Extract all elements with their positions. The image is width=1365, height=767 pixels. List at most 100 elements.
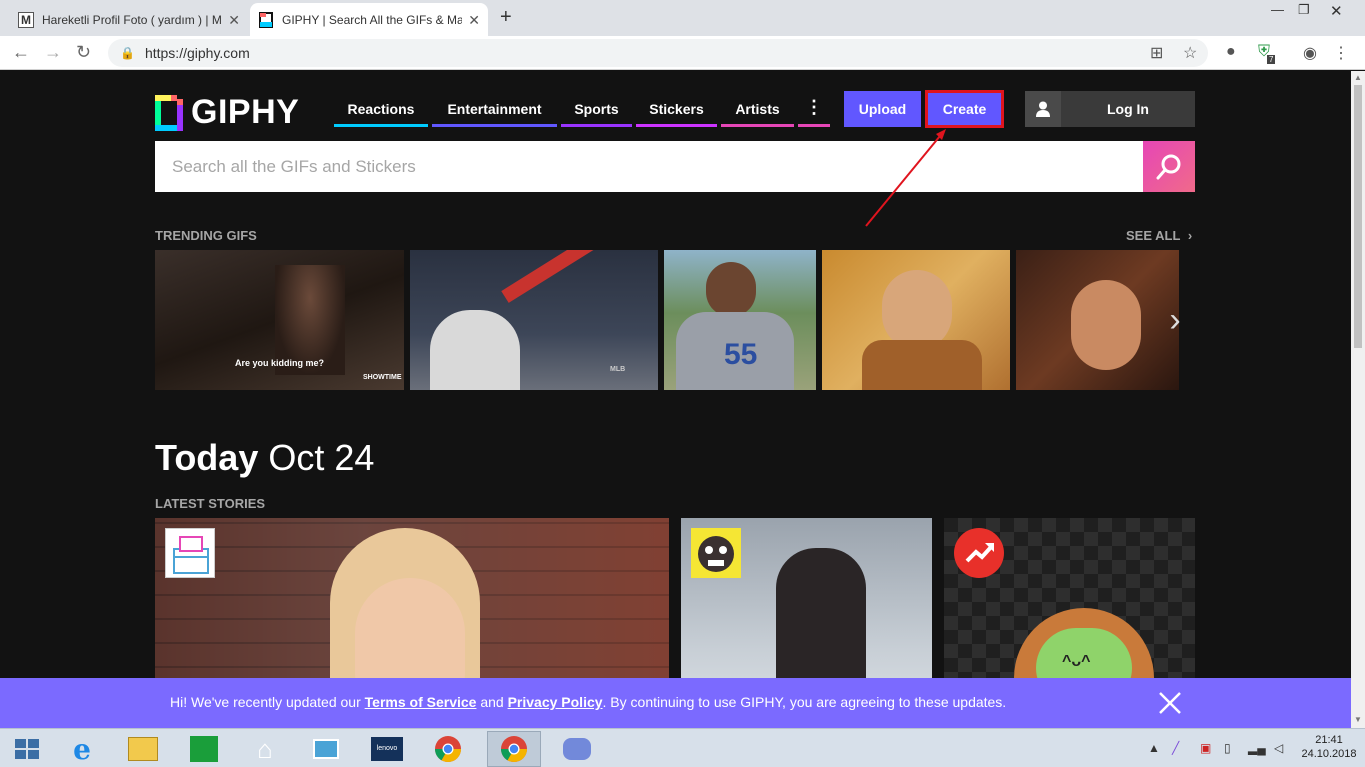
reload-icon[interactable]: ↻ bbox=[76, 42, 91, 63]
tray-expand-icon[interactable]: ▲ bbox=[1148, 741, 1160, 755]
chrome-icon[interactable] bbox=[421, 731, 475, 767]
privacy-policy-link[interactable]: Privacy Policy bbox=[508, 694, 603, 710]
browser-tab-bar: M Hareketli Profil Foto ( yardım ) | M ✕… bbox=[0, 0, 1365, 36]
nav-more[interactable]: ⋮ bbox=[798, 97, 830, 127]
gif-figure-body bbox=[862, 340, 982, 390]
lenovo-icon[interactable]: lenovo bbox=[360, 731, 414, 767]
page-scrollbar[interactable]: ▲ ▼ bbox=[1351, 71, 1365, 728]
store-icon[interactable] bbox=[177, 731, 231, 767]
nav-underline bbox=[561, 124, 632, 127]
giphy-favicon-icon bbox=[258, 11, 274, 28]
tab-title: GIPHY | Search All the GIFs & Ma bbox=[282, 12, 462, 27]
gif-figure-head bbox=[1071, 280, 1141, 370]
forward-icon[interactable]: → bbox=[44, 42, 62, 63]
bookmark-star-icon[interactable]: ☆ bbox=[1183, 43, 1197, 63]
address-bar[interactable]: 🔒 https://giphy.com bbox=[108, 39, 1208, 67]
trending-gif[interactable]: 55 bbox=[664, 250, 816, 390]
trending-gif[interactable]: Are you kidding me? SHOWTIME bbox=[155, 250, 404, 390]
nav-stickers[interactable]: Stickers bbox=[636, 99, 717, 127]
nav-reactions[interactable]: Reactions bbox=[334, 99, 428, 127]
annotation-arrow bbox=[865, 129, 946, 227]
gif-arm bbox=[501, 250, 611, 303]
restore-icon[interactable]: ❐ bbox=[1298, 2, 1310, 18]
carousel-next-icon[interactable]: › bbox=[1160, 301, 1190, 341]
start-button[interactable] bbox=[0, 731, 54, 767]
home-icon[interactable]: ⌂ bbox=[238, 731, 292, 767]
url-text: https://giphy.com bbox=[144, 45, 250, 61]
login-button[interactable]: Log In bbox=[1025, 91, 1195, 127]
browser-tab-active[interactable]: GIPHY | Search All the GIFs & Ma ✕ bbox=[250, 3, 488, 36]
giphy-logo[interactable]: GIPHY bbox=[155, 93, 299, 132]
giphy-logo-text: GIPHY bbox=[191, 93, 300, 131]
gif-caption: Are you kidding me? bbox=[235, 358, 325, 368]
chrome-active-icon[interactable] bbox=[487, 731, 541, 767]
banner-prefix: Hi! We've recently updated our bbox=[170, 694, 365, 710]
internet-explorer-icon[interactable]: e bbox=[55, 731, 109, 767]
tray-network-icon[interactable]: ▣ bbox=[1200, 741, 1211, 755]
new-tab-icon[interactable]: + bbox=[500, 6, 512, 29]
tray-signal-icon[interactable]: ▂▄ bbox=[1248, 741, 1266, 755]
scrollbar-thumb[interactable] bbox=[1354, 85, 1362, 348]
banner-and: and bbox=[476, 694, 508, 710]
extension-badge: 7 bbox=[1267, 55, 1276, 64]
back-icon[interactable]: ← bbox=[12, 42, 30, 63]
search-button[interactable] bbox=[1143, 141, 1195, 192]
profile-icon[interactable]: ◉ bbox=[1303, 43, 1317, 63]
menu-icon[interactable]: ⋮ bbox=[1333, 43, 1349, 63]
see-all-link[interactable]: SEE ALL › bbox=[1126, 228, 1192, 243]
gif-figure bbox=[430, 310, 520, 390]
terms-of-service-link[interactable]: Terms of Service bbox=[365, 694, 477, 710]
nav-label: Sports bbox=[574, 101, 619, 117]
banner-close-icon[interactable] bbox=[1157, 690, 1183, 716]
nav-label: Entertainment bbox=[447, 101, 542, 117]
clock-time: 21:41 bbox=[1315, 734, 1343, 746]
search-icon bbox=[1156, 154, 1181, 179]
tray-volume-icon[interactable]: ◁ bbox=[1274, 741, 1283, 755]
today-label: Today bbox=[155, 437, 259, 478]
gif-watermark: SHOWTIME bbox=[363, 374, 402, 381]
giphy-page: GIPHY Reactions Entertainment Sports Sti… bbox=[0, 71, 1351, 728]
trending-gif[interactable] bbox=[822, 250, 1010, 390]
windows-taskbar: e ⌂ lenovo ▲ ╱ ▣ ▯ ▂▄ ◁ 21:41 24.10.2018 bbox=[0, 728, 1365, 767]
more-dots-icon: ⋮ bbox=[805, 97, 823, 117]
nav-sports[interactable]: Sports bbox=[561, 99, 632, 127]
file-explorer-icon[interactable] bbox=[116, 731, 170, 767]
nav-label: Stickers bbox=[649, 101, 704, 117]
close-tab-icon[interactable]: ✕ bbox=[468, 12, 480, 29]
trending-up-icon bbox=[954, 528, 1004, 578]
taskbar-clock[interactable]: 21:41 24.10.2018 bbox=[1300, 733, 1358, 761]
nav-underline bbox=[334, 124, 428, 127]
nav-label: Artists bbox=[735, 101, 780, 117]
create-button[interactable]: Create bbox=[925, 90, 1004, 128]
trending-gif[interactable] bbox=[1016, 250, 1179, 390]
mail-icon[interactable] bbox=[299, 731, 353, 767]
nav-underline bbox=[636, 124, 717, 127]
scroll-down-icon[interactable]: ▼ bbox=[1354, 715, 1362, 724]
user-icon bbox=[1025, 91, 1061, 127]
gif-figure-head bbox=[706, 262, 756, 317]
search-input[interactable]: Search all the GIFs and Stickers bbox=[155, 141, 1143, 192]
close-tab-icon[interactable]: ✕ bbox=[228, 12, 240, 29]
tab-title: Hareketli Profil Foto ( yardım ) | M bbox=[42, 12, 222, 27]
upload-button[interactable]: Upload bbox=[844, 91, 921, 127]
terms-update-banner: Hi! We've recently updated our Terms of … bbox=[0, 678, 1351, 728]
discord-icon[interactable] bbox=[550, 731, 604, 767]
gif-jersey-number: 55 bbox=[724, 338, 758, 371]
tray-pen-icon[interactable]: ╱ bbox=[1172, 741, 1179, 755]
lock-icon: 🔒 bbox=[120, 46, 135, 60]
login-label: Log In bbox=[1107, 101, 1149, 117]
nav-underline bbox=[798, 124, 830, 127]
nav-entertainment[interactable]: Entertainment bbox=[432, 99, 557, 127]
nav-label: Reactions bbox=[347, 101, 415, 117]
extension-bulb-icon[interactable]: ● bbox=[1226, 43, 1236, 61]
window-close-icon[interactable]: ✕ bbox=[1330, 2, 1343, 20]
tray-battery-icon[interactable]: ▯ bbox=[1224, 741, 1231, 755]
nav-artists[interactable]: Artists bbox=[721, 99, 794, 127]
scroll-up-icon[interactable]: ▲ bbox=[1354, 73, 1362, 82]
minimize-icon[interactable]: — bbox=[1271, 2, 1284, 17]
nav-underline bbox=[721, 124, 794, 127]
trending-gif[interactable]: MLB bbox=[410, 250, 658, 390]
browser-tab-inactive[interactable]: M Hareketli Profil Foto ( yardım ) | M ✕ bbox=[10, 3, 248, 36]
clock-date: 24.10.2018 bbox=[1301, 748, 1357, 760]
translate-icon[interactable]: ⊞ bbox=[1150, 43, 1163, 63]
